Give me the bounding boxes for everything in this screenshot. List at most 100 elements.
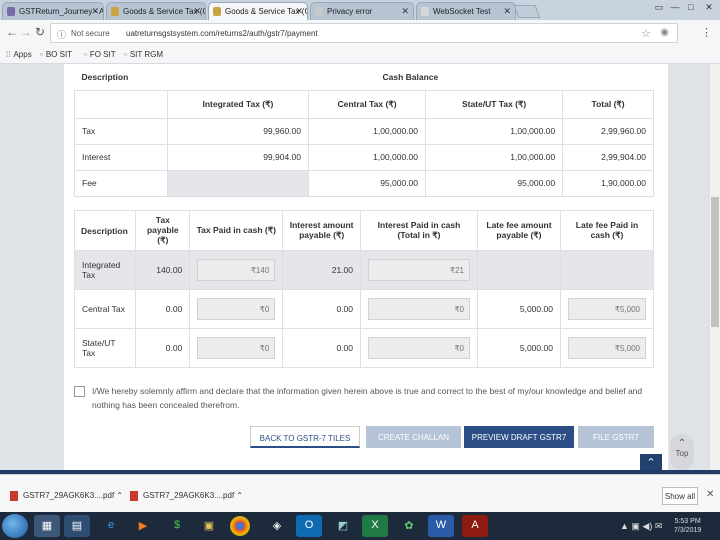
download-item[interactable]: GSTR7_29AGK6K3....pdf ⌃ xyxy=(10,491,123,501)
table-row: State/UT Tax 0.00 ₹0 0.00 ₹0 5,000.00 ₹5… xyxy=(73,328,655,368)
table-cell: 0.00 xyxy=(135,328,191,368)
pinned-app-icon[interactable]: ◩ xyxy=(330,515,356,537)
outlook-icon[interactable]: O xyxy=(296,515,322,537)
bookmark-label: FO SIT xyxy=(89,50,116,59)
tab-favicon-icon xyxy=(315,7,323,16)
declaration-checkbox[interactable] xyxy=(74,386,85,397)
maximize-icon[interactable]: □ xyxy=(684,2,698,12)
file-explorer-icon[interactable]: ▣ xyxy=(196,515,222,537)
tab-close-icon[interactable]: ✕ xyxy=(401,6,409,17)
start-button[interactable] xyxy=(2,514,28,538)
address-bar[interactable]: ⓘ Not secure uatreturnsgstsystem.com/ret… xyxy=(50,23,678,43)
row-label: Tax xyxy=(74,117,168,145)
bookmark-star-icon[interactable]: ☆ xyxy=(641,27,651,40)
bookmark-label: BO SIT xyxy=(45,50,73,59)
scrollbar-thumb[interactable] xyxy=(711,197,719,327)
back-to-tiles-button[interactable]: BACK TO GSTR-7 TILES xyxy=(250,426,360,448)
download-item[interactable]: GSTR7_29AGK6K3....pdf ⌃ xyxy=(130,491,243,501)
pinned-app-icon[interactable]: ◈ xyxy=(264,515,290,537)
media-player-icon[interactable]: ▶ xyxy=(130,515,156,537)
row-label: Integrated Tax xyxy=(73,250,137,290)
show-all-button[interactable]: Show all xyxy=(662,487,698,505)
interest-paid-field[interactable]: ₹0 xyxy=(368,337,470,359)
browser-tab-1[interactable]: GSTReturn_Journey - Ag ✕ xyxy=(2,2,104,20)
browser-tab-2[interactable]: Goods & Service Tax (GS ✕ xyxy=(106,2,206,20)
minimize-icon[interactable]: — xyxy=(668,2,682,12)
column-header: Interest amount payable (₹) xyxy=(282,210,361,251)
tab-close-icon[interactable]: ✕ xyxy=(503,6,511,17)
clock-time: 5:53 PM xyxy=(674,518,701,525)
downloads-bar: GSTR7_29AGK6K3....pdf ⌃ GSTR7_29AGK6K3..… xyxy=(0,474,720,512)
tax-paid-field[interactable]: ₹140 xyxy=(197,259,276,281)
pinned-app-icon[interactable]: ▦ xyxy=(34,515,60,537)
page-icon: ▫ xyxy=(84,50,87,59)
table-cell: 99,904.00 xyxy=(166,143,310,171)
row-label: Interest xyxy=(74,143,168,171)
browser-menu-icon[interactable]: ⋮ xyxy=(701,26,712,39)
tab-favicon-icon xyxy=(213,7,221,16)
late-fee-paid-field[interactable]: ₹5,000 xyxy=(568,337,646,359)
pinned-app-icon[interactable]: ✿ xyxy=(396,515,422,537)
download-filename: GSTR7_29AGK6K3....pdf xyxy=(23,491,115,501)
table-row: Integrated Tax 140.00 ₹140 21.00 ₹21 xyxy=(73,250,655,290)
column-header: State/UT Tax (₹) xyxy=(425,89,564,119)
bookmark-bo-sit[interactable]: ▫ BO SIT xyxy=(40,50,72,59)
chevron-up-icon[interactable]: ⌃ xyxy=(236,491,243,500)
reload-icon[interactable]: ↻ xyxy=(35,25,45,39)
bookmark-fo-sit[interactable]: ▫ FO SIT xyxy=(84,50,116,59)
windows-taskbar: ▦ ▤ e ▶ $ ▣ ◈ O ◩ X ✿ W A ▲ ▣ ◀) ✉ 5:53 … xyxy=(0,512,720,540)
bookmark-apps[interactable]: ⁞⁞ Apps xyxy=(6,50,32,59)
page-scrollbar[interactable] xyxy=(710,64,720,470)
tab-close-icon[interactable]: ✕ xyxy=(193,6,201,17)
table-cell: 2,99,904.00 xyxy=(562,143,654,171)
interest-paid-field[interactable]: ₹21 xyxy=(368,259,470,281)
preview-draft-button[interactable]: PREVIEW DRAFT GSTR7 xyxy=(464,426,574,448)
acrobat-icon[interactable]: A xyxy=(462,515,488,537)
chevron-up-icon[interactable]: ⌃ xyxy=(640,454,662,470)
ie-icon[interactable]: e xyxy=(98,515,124,537)
taskbar-clock[interactable]: 5:53 PM 7/3/2019 xyxy=(674,517,701,535)
file-gstr7-button[interactable]: FILE GSTR7 xyxy=(578,426,654,448)
tax-paid-field[interactable]: ₹0 xyxy=(197,298,276,320)
chevron-up-icon[interactable]: ⌃ xyxy=(116,491,123,500)
late-fee-paid-field[interactable]: ₹5,000 xyxy=(568,298,646,320)
word-icon[interactable]: W xyxy=(428,515,454,537)
interest-paid-field[interactable]: ₹0 xyxy=(368,298,470,320)
extension-icon[interactable]: ◉ xyxy=(660,27,669,38)
create-challan-button[interactable]: CREATE CHALLAN xyxy=(366,426,461,448)
back-arrow-icon[interactable]: ← xyxy=(6,25,18,39)
column-header: Description xyxy=(73,210,137,251)
bookmark-sit-rgm[interactable]: ▫ SIT RGM xyxy=(124,50,163,59)
close-downloads-icon[interactable]: ✕ xyxy=(706,489,714,500)
browser-tab-5[interactable]: WebSocket Test ✕ xyxy=(416,2,516,20)
page-icon: ▫ xyxy=(124,50,127,59)
info-icon[interactable]: ⓘ xyxy=(57,28,66,41)
column-header: Tax Paid in cash (₹) xyxy=(189,210,284,251)
forward-arrow-icon[interactable]: → xyxy=(20,25,32,39)
pinned-app-icon[interactable]: $ xyxy=(164,515,190,537)
pinned-app-icon[interactable]: ▤ xyxy=(64,515,90,537)
user-icon[interactable]: ▭ xyxy=(652,2,666,13)
download-filename: GSTR7_29AGK6K3....pdf xyxy=(143,491,235,501)
column-header: Integrated Tax (₹) xyxy=(166,89,310,119)
payment-card: Description Cash Balance Integrated Tax … xyxy=(64,64,668,470)
table-cell: 1,00,000.00 xyxy=(425,143,564,171)
excel-icon[interactable]: X xyxy=(362,515,388,537)
chrome-icon[interactable] xyxy=(230,516,250,536)
browser-tab-active[interactable]: Goods & Service Tax (GS ✕ xyxy=(208,2,308,20)
bookmark-label: SIT RGM xyxy=(129,50,164,59)
window-close-icon[interactable]: ✕ xyxy=(702,2,716,13)
table-cell: 21.00 xyxy=(282,250,361,290)
arrow-up-icon: ⌃ xyxy=(677,438,687,449)
back-to-top-button[interactable]: ⌃ Top xyxy=(670,434,694,470)
browser-tab-4[interactable]: Privacy error ✕ xyxy=(310,2,414,20)
row-label: Fee xyxy=(74,169,168,197)
table-cell: 2,99,960.00 xyxy=(562,117,654,145)
tab-close-icon[interactable]: ✕ xyxy=(295,6,303,17)
tax-paid-field[interactable]: ₹0 xyxy=(197,337,276,359)
table-cell: 0.00 xyxy=(282,289,361,329)
new-tab-button[interactable] xyxy=(513,5,541,18)
tab-close-icon[interactable]: ✕ xyxy=(91,6,99,17)
bookmark-label: Apps xyxy=(13,50,32,59)
system-tray-icons[interactable]: ▲ ▣ ◀) ✉ xyxy=(620,521,662,532)
